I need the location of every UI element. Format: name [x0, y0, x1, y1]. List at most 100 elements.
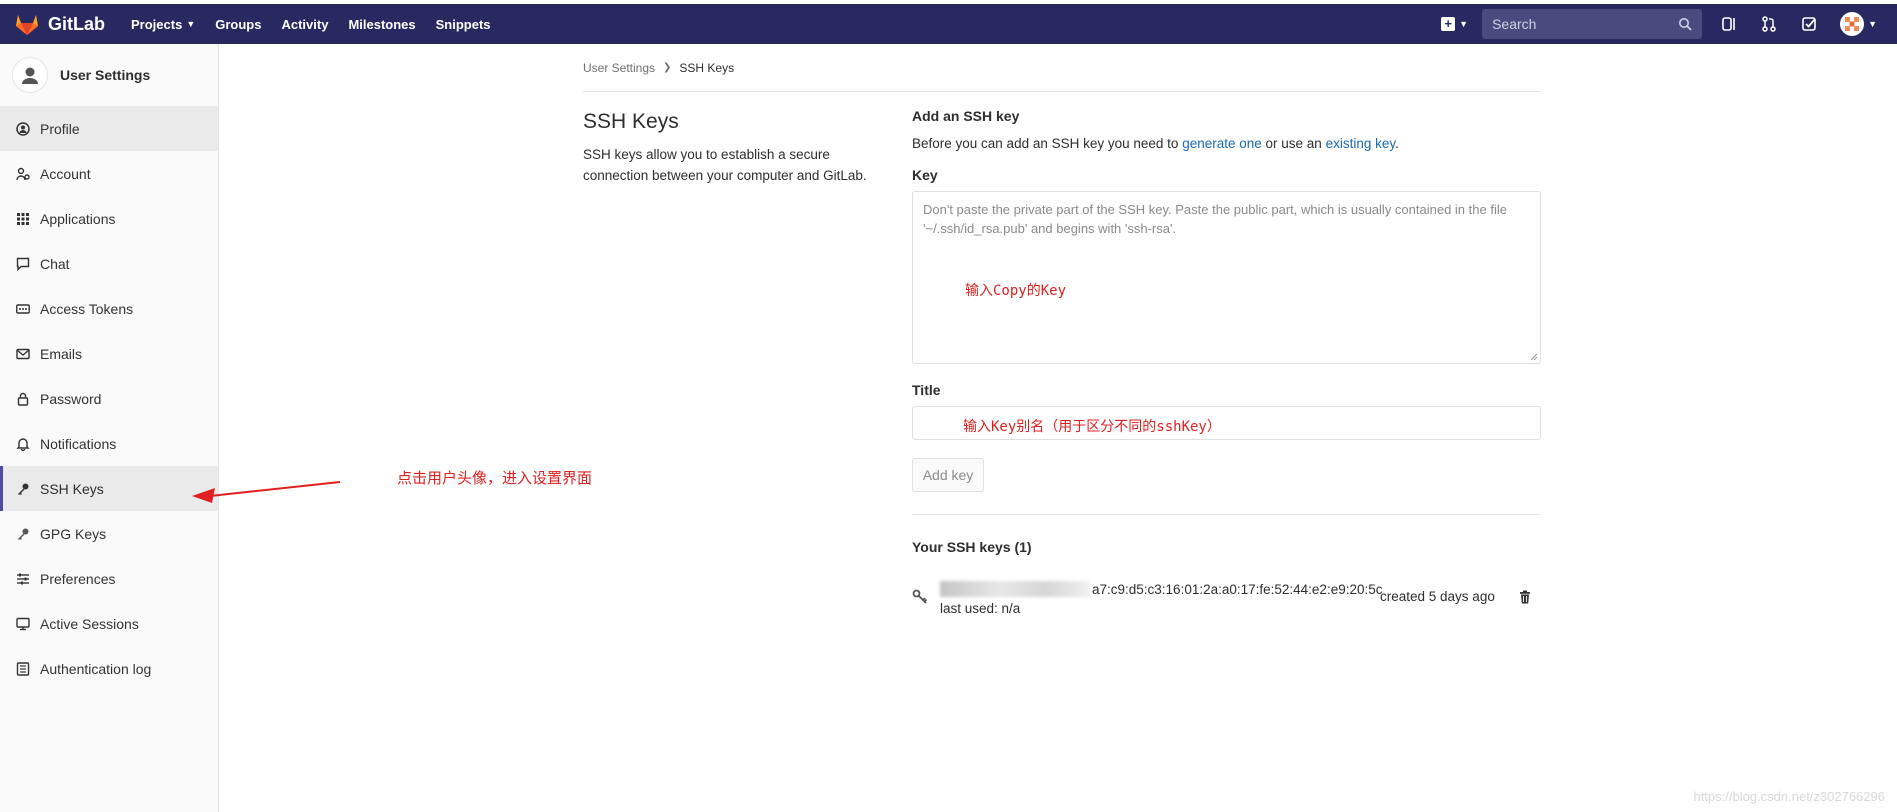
new-dropdown-button[interactable]: + ▼ — [1441, 17, 1468, 31]
user-icon — [22, 67, 38, 84]
key-label: Key — [912, 167, 938, 183]
user-settings-avatar — [12, 57, 48, 93]
gitlab-logo-icon — [16, 15, 38, 35]
sidebar-item-preferences[interactable]: Preferences — [0, 556, 218, 601]
user-avatar-button[interactable]: ▼ — [1840, 12, 1877, 36]
sidebar-item-profile[interactable]: Profile — [0, 106, 218, 151]
sidebar-item-notifications[interactable]: Notifications — [0, 421, 218, 466]
bell-icon — [16, 437, 30, 451]
sidebar-item-label: SSH Keys — [40, 480, 104, 497]
key-annotation: 输入Copy的Key — [965, 283, 1067, 299]
chevron-down-icon: ▼ — [186, 19, 196, 29]
sliders-icon — [17, 573, 29, 584]
issues-icon[interactable] — [1720, 15, 1738, 33]
nav-milestones-label: Milestones — [348, 16, 416, 32]
resize-grip-icon[interactable] — [1530, 353, 1538, 361]
sidebar-header[interactable]: User Settings — [0, 44, 218, 106]
form-heading: Add an SSH key — [912, 108, 1020, 124]
search-input[interactable] — [1492, 16, 1679, 32]
lock-icon — [17, 392, 29, 406]
intro-column: SSH Keys SSH keys allow you to establish… — [583, 110, 883, 186]
nav-milestones[interactable]: Milestones — [348, 17, 415, 32]
fingerprint-line: a7:c9:d5:c3:16:01:2a:a0:17:fe:52:44:e2:e… — [940, 581, 1383, 597]
ssh-key-row[interactable]: a7:c9:d5:c3:16:01:2a:a0:17:fe:52:44:e2:e… — [912, 581, 1541, 621]
page-description: SSH keys allow you to establish a secure… — [583, 147, 867, 183]
your-keys-heading: Your SSH keys (1) — [912, 539, 1032, 555]
chevron-right-icon: ❯ — [663, 62, 672, 73]
key-title-redacted — [940, 581, 1090, 597]
sidebar-item-label: Profile — [40, 120, 80, 137]
top-navbar: GitLab Projects ▼ Groups Activity Milest… — [0, 4, 1897, 44]
avatar — [1840, 12, 1865, 36]
nav-activity[interactable]: Activity — [281, 17, 328, 32]
merge-request-icon[interactable] — [1760, 15, 1778, 33]
intro-text-before: Before you can add an SSH key you need t… — [912, 136, 1183, 151]
nav-snippets-label: Snippets — [435, 16, 491, 32]
generate-one-link[interactable]: generate one — [1182, 136, 1262, 151]
avatar-pattern-icon — [1845, 17, 1860, 31]
sidebar-item-label: Preferences — [40, 570, 116, 587]
add-key-button[interactable]: Add key — [912, 458, 984, 492]
profile-icon — [16, 121, 30, 136]
key-textarea[interactable] — [913, 192, 1540, 363]
todo-icon[interactable] — [1800, 15, 1818, 33]
sidebar-item-ssh-keys[interactable]: SSH Keys — [0, 466, 218, 511]
title-field-wrapper: 输入Key别名（用于区分不同的sshKey） — [912, 406, 1541, 440]
sidebar-item-label: Chat — [40, 255, 70, 272]
sidebar-item-gpg-keys[interactable]: GPG Keys — [0, 511, 218, 556]
breadcrumb-current[interactable]: SSH Keys — [679, 61, 734, 75]
sidebar-item-authentication-log[interactable]: Authentication log — [0, 646, 218, 691]
form-intro: Before you can add an SSH key you need t… — [912, 136, 1541, 151]
search-box[interactable] — [1482, 9, 1703, 39]
sidebar-title: User Settings — [60, 67, 151, 83]
top-right-controls: + ▼ Search ▼ — [1441, 4, 1897, 44]
monitor-icon — [16, 617, 30, 630]
nav-groups[interactable]: Groups — [215, 17, 261, 32]
chat-icon — [16, 257, 30, 271]
nav-projects-label: Projects — [131, 16, 183, 32]
plus-icon: + — [1441, 17, 1456, 31]
breadcrumb: User Settings ❯ SSH Keys — [583, 44, 1541, 92]
title-label: Title — [912, 382, 941, 398]
sidebar-item-chat[interactable]: Chat — [0, 241, 218, 286]
sidebar-item-password[interactable]: Password — [0, 376, 218, 421]
sidebar-item-label: Active Sessions — [40, 615, 139, 632]
breadcrumb-parent[interactable]: User Settings — [583, 61, 655, 75]
key-icon — [18, 528, 29, 540]
key-fingerprint: a7:c9:d5:c3:16:01:2a:a0:17:fe:52:44:e2:e… — [1092, 581, 1383, 597]
key-icon — [18, 483, 29, 495]
sidebar-item-label: Emails — [40, 345, 83, 362]
applications-icon — [17, 212, 29, 225]
sidebar-item-label: Authentication log — [40, 660, 152, 677]
key-field-wrapper: 输入Copy的Key — [912, 191, 1541, 364]
settings-annotation: 点击用户头像，进入设置界面 — [397, 469, 593, 487]
sidebar-item-active-sessions[interactable]: Active Sessions — [0, 601, 218, 646]
ssh-key-info: a7:c9:d5:c3:16:01:2a:a0:17:fe:52:44:e2:e… — [940, 581, 1383, 616]
brand-name: GitLab — [48, 13, 105, 34]
sidebar-item-label: Notifications — [40, 435, 117, 452]
nav-snippets[interactable]: Snippets — [436, 17, 491, 32]
account-icon — [16, 167, 30, 180]
sidebar-item-access-tokens[interactable]: Access Tokens — [0, 286, 218, 331]
main-content: User Settings ❯ SSH Keys SSH Keys SSH ke… — [583, 44, 1541, 616]
intro-text-after: . — [1395, 136, 1399, 151]
brand[interactable]: GitLab — [14, 4, 105, 44]
search-icon — [1679, 18, 1692, 31]
section-divider — [912, 514, 1541, 515]
trash-icon[interactable] — [1518, 590, 1532, 604]
chevron-down-icon: ▼ — [1868, 19, 1877, 29]
watermark: https://blog.csdn.net/z302766296 — [1693, 789, 1885, 804]
sidebar-item-label: Account — [40, 165, 91, 182]
key-created: created 5 days ago — [1380, 589, 1495, 604]
key-icon — [912, 589, 928, 604]
nav-projects[interactable]: Projects ▼ — [131, 17, 195, 32]
sidebar-item-applications[interactable]: Applications — [0, 196, 218, 241]
sidebar-item-emails[interactable]: Emails — [0, 331, 218, 376]
nav-activity-label: Activity — [281, 16, 329, 32]
sidebar-item-account[interactable]: Account — [0, 151, 218, 196]
mail-icon — [16, 348, 30, 359]
existing-key-link[interactable]: existing key — [1326, 136, 1396, 151]
token-icon — [16, 303, 30, 314]
settings-sidebar: User Settings Profile Account Applicatio… — [0, 44, 219, 812]
sidebar-item-label: Applications — [40, 210, 116, 227]
